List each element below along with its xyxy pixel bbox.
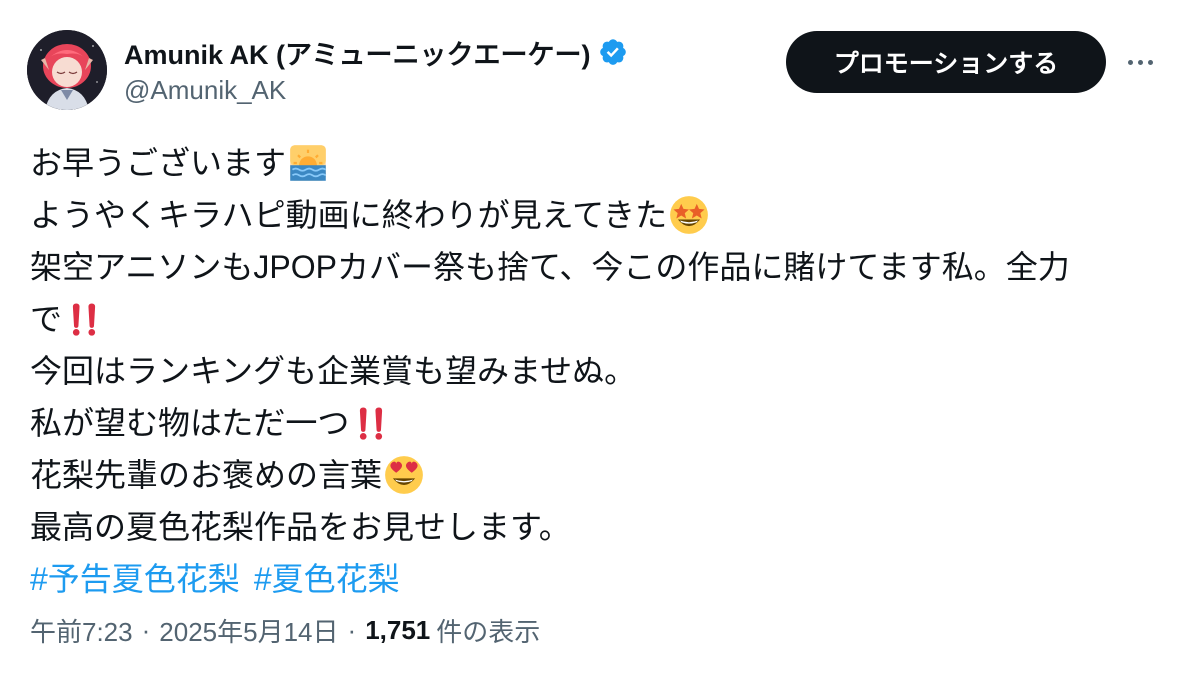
meta-separator: · [347,614,357,645]
tweet-line: 私が望む物はただ一つ [30,397,1160,449]
hashtag-link[interactable]: #予告夏色花梨 [30,553,240,605]
views-count[interactable]: 1,751 [365,615,430,646]
views-label: 件の表示 [436,616,541,647]
tweet-line-text: お早うございます [30,145,287,181]
double-exclamation-emoji-icon [351,403,391,443]
tweet-line: 今回はランキングも企業賞も望みませぬ。 [30,345,1160,397]
promote-button[interactable]: プロモーションする [786,31,1106,93]
tweet-line-text: ようやくキラハピ動画に終わりが見えてきた [30,197,668,233]
author-display-name[interactable]: Amunik AK (アミューニックエーケー) [124,33,590,72]
meta-separator: · [141,614,151,645]
tweet-card: Amunik AK (アミューニックエーケー) @Amunik_AK プロモーシ… [0,0,1181,682]
sunrise-over-sea-emoji-icon [288,143,328,183]
author-name-row: Amunik AK (アミューニックエーケー) [124,32,628,72]
star-struck-emoji-icon [669,195,709,235]
post-time[interactable]: 午前7:23 [30,612,133,649]
avatar-image [27,30,107,110]
tweet-text: お早うございます ようやくキラハピ動画に終わりが見えてきた 架空アニソンもJPO… [30,137,1160,605]
tweet-line: お早うございます [30,137,1160,189]
tweet-line: で [30,293,1160,345]
tweet-line-text: 最高の夏色花梨作品をお見せします。 [30,509,571,545]
tweet-line-text: 架空アニソンもJPOPカバー祭も捨て、今この作品に賭けてます私。全力 [30,249,1070,285]
post-date[interactable]: 2025年5月14日 [159,612,338,649]
tweet-line-text: 私が望む物はただ一つ [30,405,350,441]
heart-eyes-emoji-icon [384,455,424,495]
tweet-line: 最高の夏色花梨作品をお見せします。 [30,501,1160,553]
tweet-meta: 午前7:23 · 2025年5月14日 · 1,751 件の表示 [30,610,540,650]
tweet-line-text: 今回はランキングも企業賞も望みませぬ。 [30,353,637,389]
tweet-line-text: で [30,301,63,337]
tweet-line: ようやくキラハピ動画に終わりが見えてきた [30,189,1160,241]
tweet-line: 花梨先輩のお褒めの言葉 [30,449,1160,501]
tweet-line-text: 花梨先輩のお褒めの言葉 [30,457,383,493]
tweet-line: 架空アニソンもJPOPカバー祭も捨て、今この作品に賭けてます私。全力 [30,241,1160,293]
author-handle[interactable]: @Amunik_AK [124,75,286,106]
author-avatar[interactable] [27,30,107,110]
double-exclamation-emoji-icon [64,299,104,339]
hashtag-row: #予告夏色花梨 #夏色花梨 [30,553,1160,605]
hashtag-link[interactable]: #夏色花梨 [254,553,400,605]
more-options-icon[interactable] [1118,44,1162,80]
verified-badge-icon[interactable] [598,37,628,67]
